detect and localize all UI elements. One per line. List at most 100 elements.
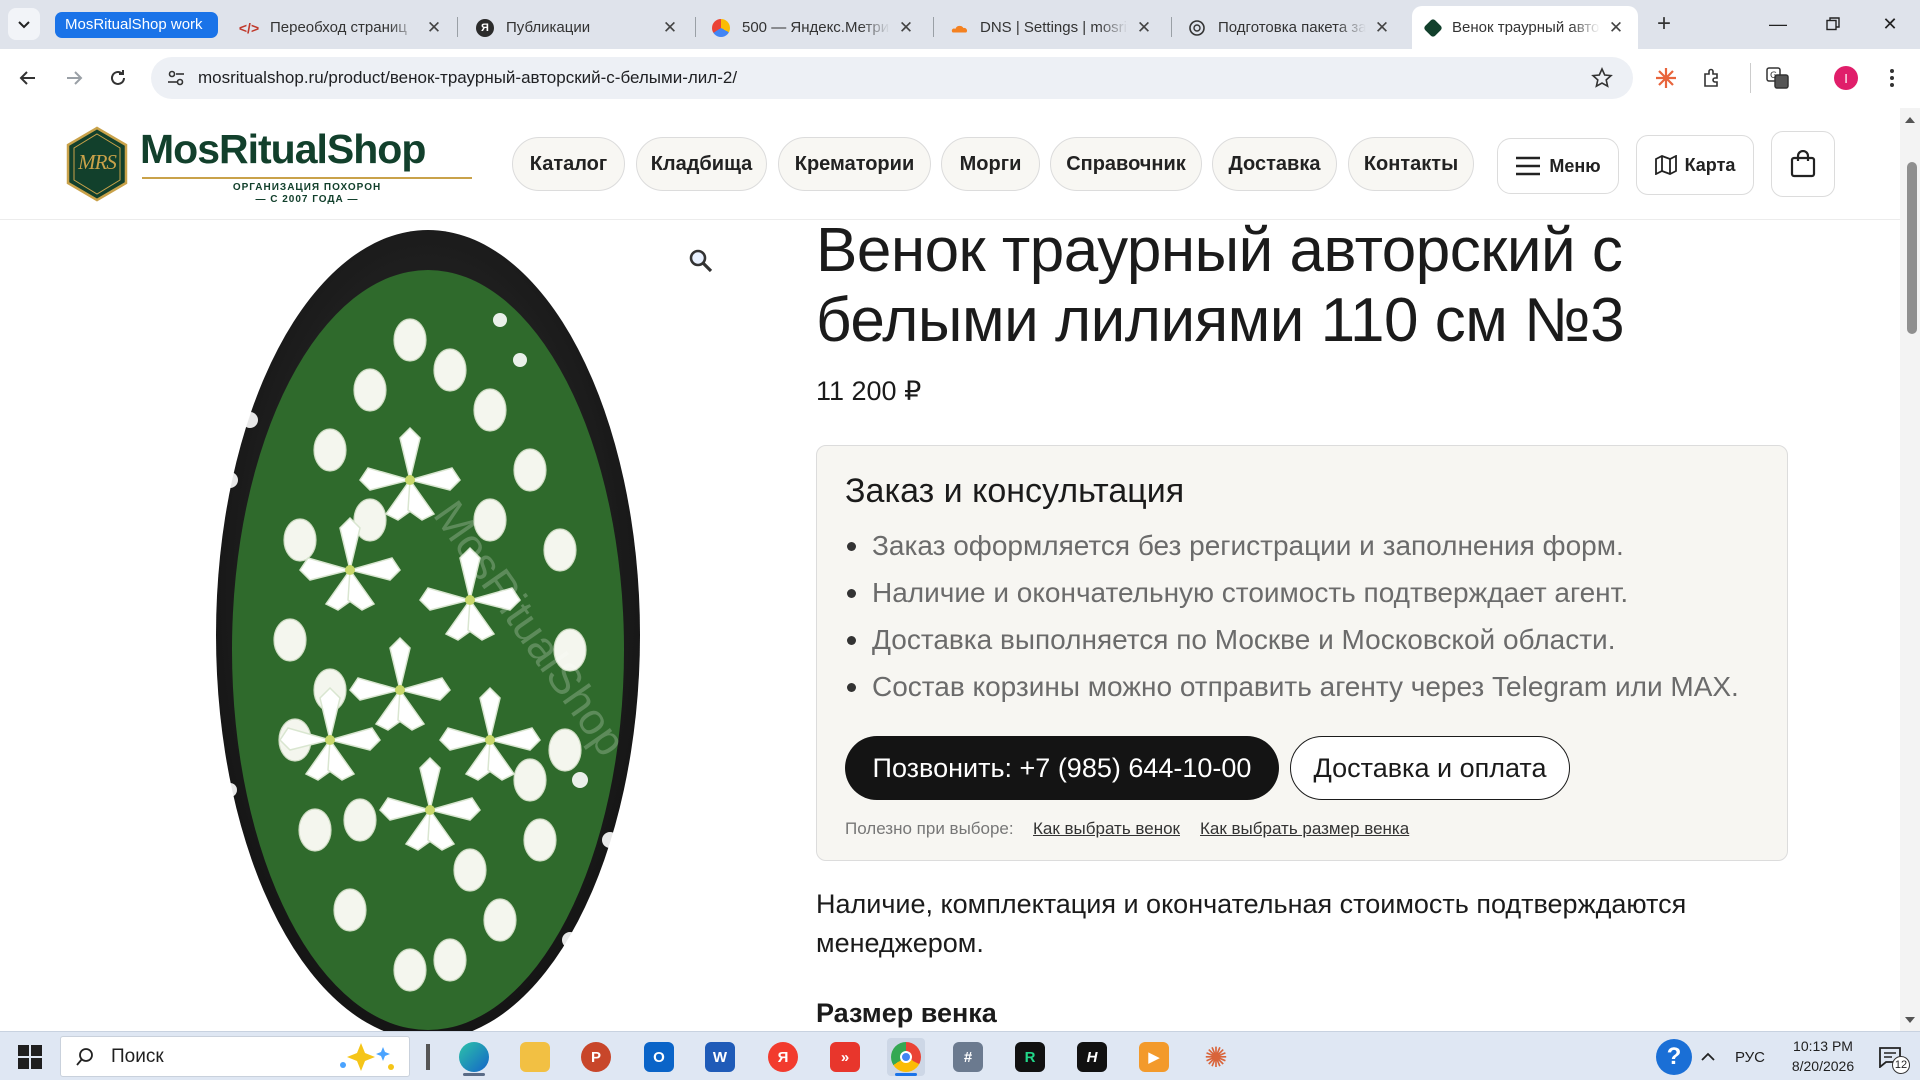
back-button[interactable] [10, 60, 46, 96]
language-indicator[interactable]: РУС [1730, 1042, 1770, 1072]
menu-button[interactable]: Меню [1497, 138, 1619, 194]
nav-crematoria[interactable]: Крематории [778, 137, 931, 191]
taskbar-app-yandex[interactable]: Я [764, 1038, 802, 1076]
address-bar[interactable]: mosritualshop.ru/product/венок-траурный-… [151, 57, 1633, 99]
taskbar-app-editor[interactable]: H [1073, 1038, 1111, 1076]
scroll-up-icon[interactable] [1904, 116, 1916, 124]
availability-note: Наличие, комплектация и окончательная ст… [816, 889, 1687, 958]
taskbar-app-explorer[interactable] [516, 1038, 554, 1076]
new-tab-button[interactable]: + [1650, 10, 1678, 38]
tab-package-prep[interactable]: Подготовка пакета за ✕ [1176, 6, 1404, 49]
taskbar-app-powerpoint[interactable]: P [577, 1038, 615, 1076]
extension-button[interactable] [1648, 60, 1684, 96]
taskbar-search[interactable]: Поиск [60, 1036, 410, 1077]
close-icon[interactable]: ✕ [660, 18, 680, 38]
bookmark-star-icon[interactable] [1591, 67, 1613, 89]
logo-name: MosRitualShop [140, 126, 426, 172]
close-icon: ✕ [1882, 13, 1898, 34]
taskbar-app-claude[interactable]: ✺ [1197, 1038, 1235, 1076]
close-window-button[interactable]: ✕ [1870, 8, 1910, 40]
tab-group-label[interactable]: MosRitualShop work [55, 12, 218, 38]
close-icon[interactable]: ✕ [424, 18, 444, 38]
extensions-menu-button[interactable] [1694, 60, 1730, 96]
page-scrollbar[interactable] [1900, 108, 1920, 1031]
product-image[interactable]: MosRitualShop [110, 220, 730, 1031]
scroll-down-icon[interactable] [1904, 1016, 1916, 1024]
tray-overflow-button[interactable] [1698, 1042, 1718, 1072]
start-button[interactable] [14, 1042, 46, 1072]
notification-count-badge: 12 [1892, 1056, 1910, 1074]
taskbar-app-word[interactable]: W [701, 1038, 739, 1076]
search-icon [76, 1048, 93, 1066]
puzzle-icon [1704, 68, 1718, 87]
close-icon[interactable]: ✕ [1606, 18, 1626, 38]
word-icon: W [705, 1042, 735, 1072]
tab-metrika[interactable]: 500 — Яндекс.Метрика ✕ [700, 6, 928, 49]
taskbar-app-chrome[interactable] [887, 1038, 925, 1076]
browser-menu-button[interactable] [1874, 60, 1910, 96]
magnifier-icon [689, 249, 713, 273]
tab-publications[interactable]: Я Публикации ✕ [464, 6, 692, 49]
tab-dns-settings[interactable]: DNS | Settings | mosritualshop ✕ [938, 6, 1166, 49]
tab-divider [695, 17, 696, 37]
call-button[interactable]: Позвонить: +7 (985) 644-10-00 [845, 736, 1279, 800]
nav-directory[interactable]: Справочник [1050, 137, 1202, 191]
product-title: Венок траурный авторский с белыми лилиям… [816, 216, 1625, 355]
taskbar-app-edge[interactable] [455, 1038, 493, 1076]
delivery-payment-button[interactable]: Доставка и оплата [1290, 736, 1570, 800]
nav-morgues[interactable]: Морги [941, 137, 1040, 191]
folder-icon [520, 1042, 550, 1072]
nav-contacts[interactable]: Контакты [1348, 137, 1474, 191]
site-settings-icon[interactable] [166, 68, 186, 88]
minimize-button[interactable]: — [1758, 8, 1798, 40]
map-button[interactable]: Карта [1636, 135, 1754, 195]
menu-label: Меню [1549, 155, 1601, 176]
taskbar-app-anydesk[interactable]: » [826, 1038, 864, 1076]
sparkle-extension-icon [1656, 68, 1676, 88]
list-item: Наличие и окончательную стоимость подтве… [845, 569, 1765, 616]
list-item: Заказ оформляется без регистрации и запо… [845, 522, 1765, 569]
taskbar-app-pycharm[interactable]: R [1011, 1038, 1049, 1076]
taskbar-app-media[interactable]: ▶ [1135, 1038, 1173, 1076]
forward-button[interactable] [56, 60, 92, 96]
yandex-browser-icon: Я [768, 1042, 798, 1072]
taskbar-app-calculator[interactable]: # [949, 1038, 987, 1076]
tab-wreath-product[interactable]: Венок траурный авторский ✕ [1412, 6, 1638, 49]
translate-icon: G [1766, 67, 1789, 89]
image-zoom-button[interactable] [688, 248, 716, 276]
help-tray-button[interactable]: ? [1656, 1039, 1692, 1075]
arrow-left-icon [19, 71, 35, 85]
arrow-right-icon [67, 71, 83, 85]
restore-button[interactable] [1813, 8, 1853, 40]
cart-button[interactable] [1771, 131, 1835, 197]
how-to-choose-size-link[interactable]: Как выбрать размер венка [1200, 819, 1409, 839]
tab-reindex[interactable]: </> Переобход страниц ✕ [228, 6, 456, 49]
taskbar-divider [426, 1044, 430, 1070]
order-info-list: Заказ оформляется без регистрации и запо… [845, 522, 1765, 710]
chrome-icon [891, 1042, 921, 1072]
more-vertical-icon [1890, 69, 1894, 87]
url-text[interactable]: mosritualshop.ru/product/венок-траурный-… [198, 57, 737, 99]
how-to-choose-wreath-link[interactable]: Как выбрать венок [1033, 819, 1180, 839]
hamburger-icon [1516, 156, 1541, 176]
site-logo[interactable]: MRS MosRitualShop ОРГАНИЗАЦИЯ ПОХОРОН — … [66, 126, 472, 206]
notification-center-button[interactable]: 12 [1870, 1042, 1910, 1074]
scrollbar-thumb[interactable] [1907, 162, 1917, 334]
taskbar-app-outlook[interactable]: O [640, 1038, 678, 1076]
nav-delivery[interactable]: Доставка [1212, 137, 1337, 191]
powerpoint-icon: P [581, 1042, 611, 1072]
minimize-icon: — [1769, 13, 1787, 34]
tab-divider [1171, 17, 1172, 37]
close-icon[interactable]: ✕ [896, 18, 916, 38]
translate-button[interactable]: G [1760, 60, 1796, 96]
close-icon[interactable]: ✕ [1134, 18, 1154, 38]
profile-button[interactable]: I [1828, 60, 1864, 96]
taskbar-clock[interactable]: 10:13 PM 8/20/2026 [1778, 1036, 1868, 1076]
reload-button[interactable] [100, 60, 136, 96]
nav-cemeteries[interactable]: Кладбища [636, 137, 767, 191]
outlook-icon: O [644, 1042, 674, 1072]
order-consultation-box: Заказ и консультация Заказ оформляется б… [816, 445, 1788, 861]
nav-catalog[interactable]: Каталог [512, 137, 625, 191]
tab-search-button[interactable] [8, 8, 40, 40]
close-icon[interactable]: ✕ [1372, 18, 1392, 38]
